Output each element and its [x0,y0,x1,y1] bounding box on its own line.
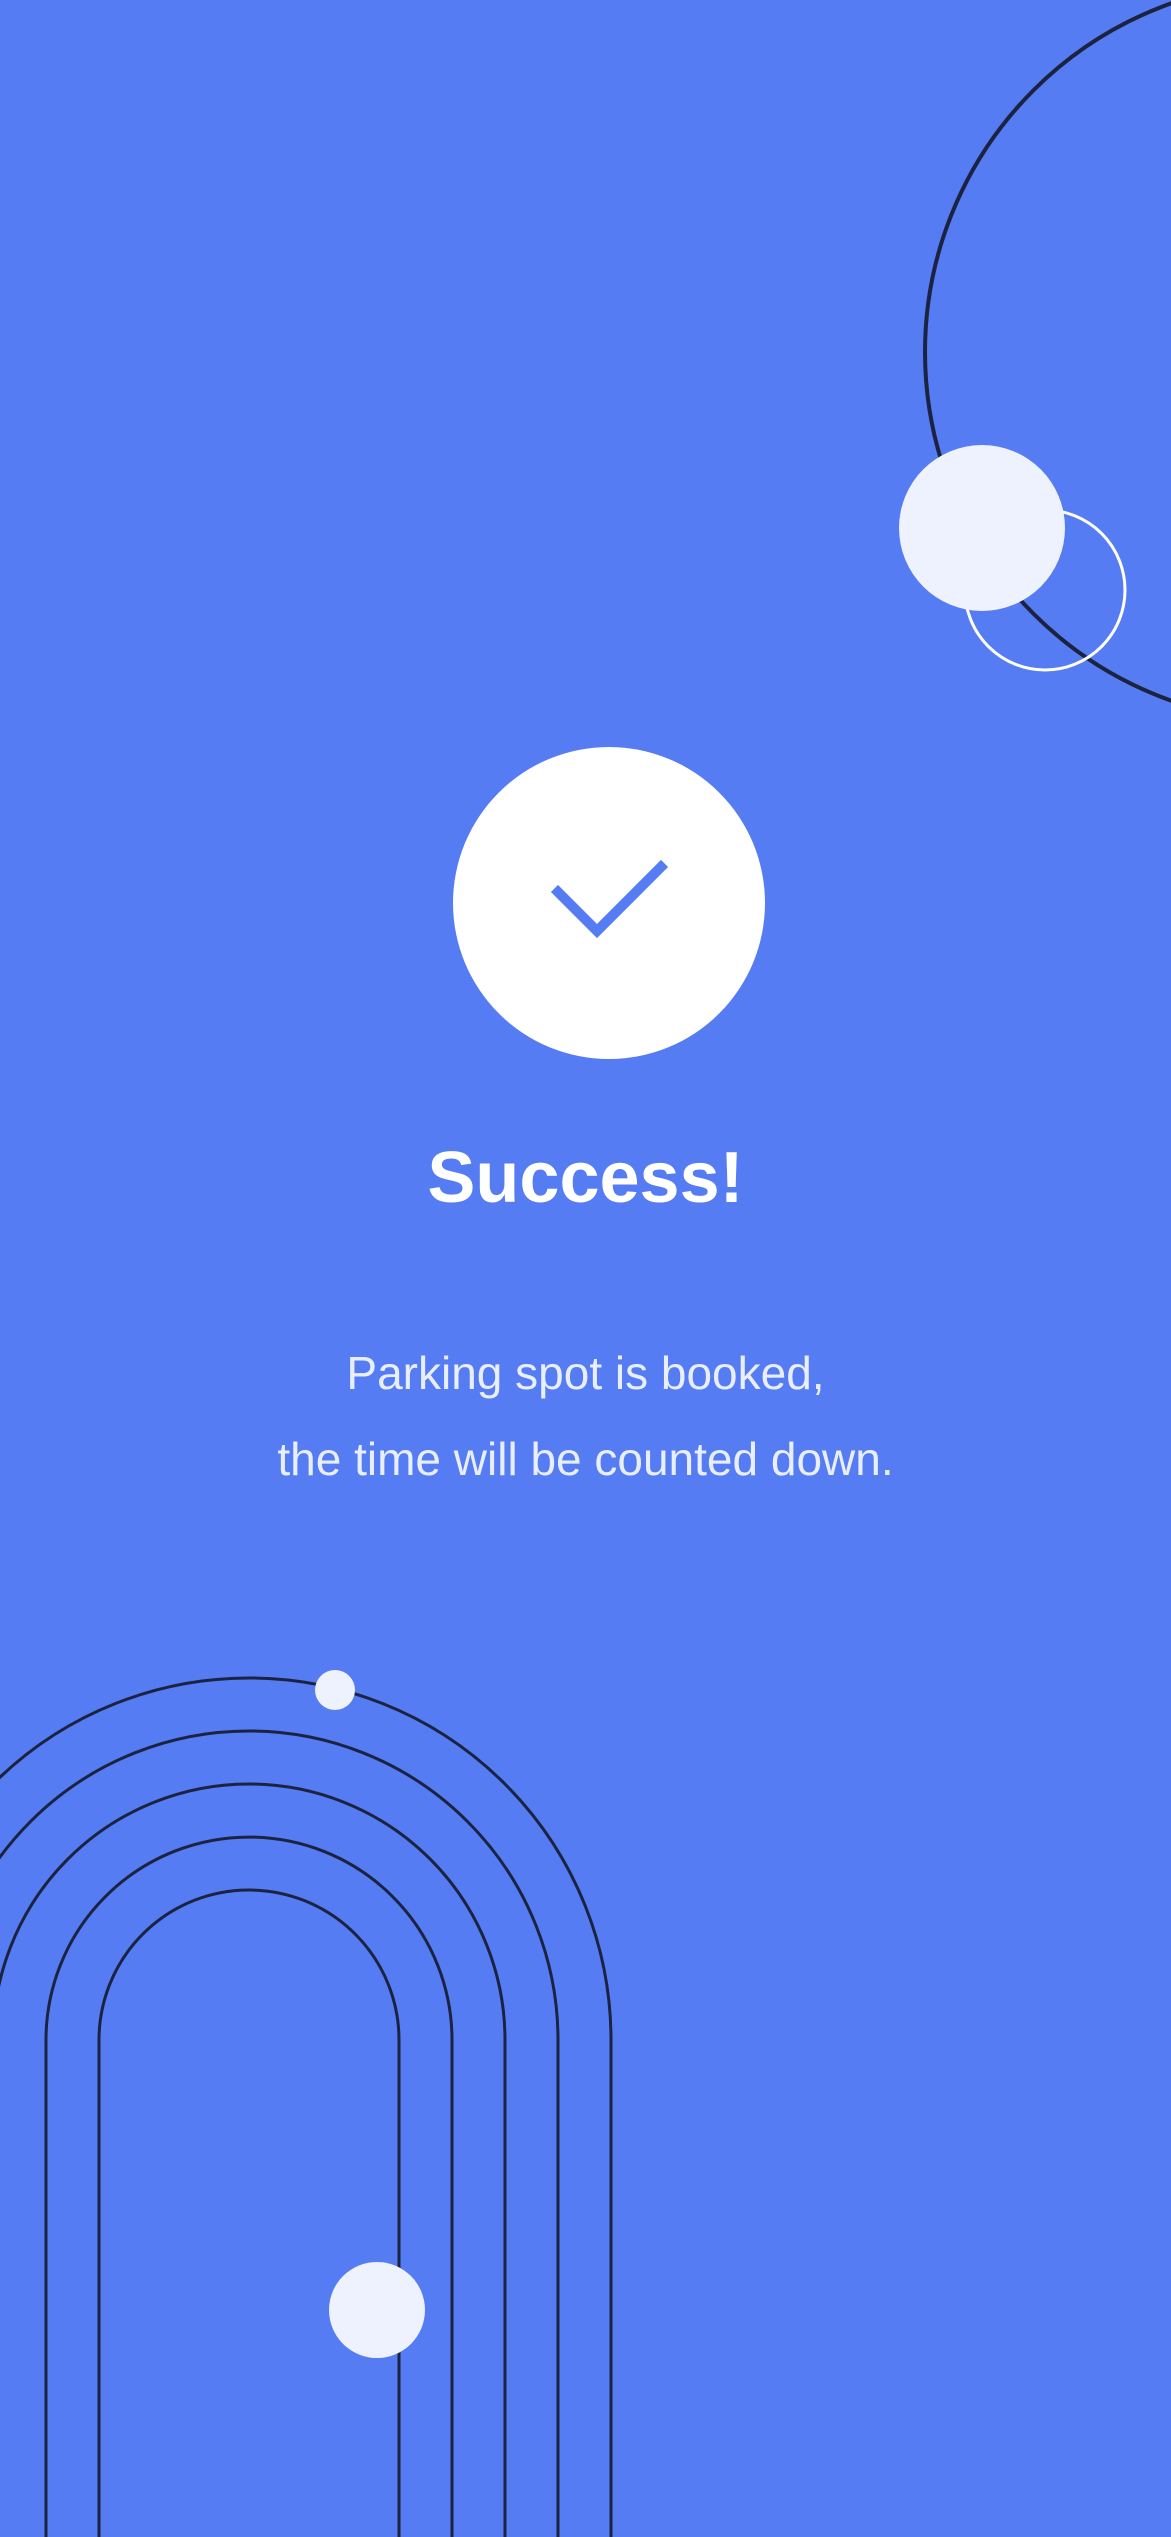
message-line-1: Parking spot is booked, [346,1347,825,1399]
success-badge [453,747,765,1059]
arch-3 [0,1782,507,2537]
success-message: Parking spot is booked, the time will be… [0,1330,1171,1502]
background-decoration [0,1,1171,2537]
arch-2 [44,1835,454,2537]
message-line-2: the time will be counted down. [277,1433,894,1485]
success-screen: Success! Parking spot is booked, the tim… [0,0,1171,2537]
checkmark-icon [550,859,669,939]
top-orbit-ring [923,1,1171,703]
bottom-arches [0,1676,613,2537]
bottom-dot [329,2262,425,2358]
page-title: Success! [427,1138,744,1218]
arch-orbit-dot [315,1670,355,1710]
arch-1 [97,1888,401,2537]
arch-5 [0,1676,613,2537]
arch-4 [0,1729,560,2537]
top-large-dot [899,445,1065,611]
